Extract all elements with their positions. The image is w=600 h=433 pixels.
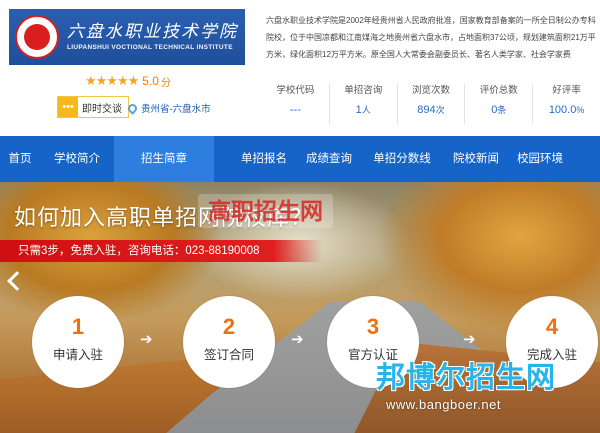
stat-label: 评价总数 [479, 85, 518, 96]
stat-label: 好评率 [552, 85, 581, 96]
step-arrow-icon: ➔ [140, 331, 153, 348]
hero-banner[interactable]: 如何加入高职单招网院校库？ 高职招生网 只需3步，免费入驻，咨询电话：023-8… [0, 182, 600, 433]
chat-bubble-icon: ••• [58, 97, 78, 117]
step-sign-contract: 2 签订合同 [183, 296, 275, 388]
watermark-brand: 邦博尔招生网 [376, 362, 557, 394]
step-number: 4 [545, 314, 559, 339]
nav-admission-guide[interactable]: 招生简章 [114, 136, 214, 182]
school-header: 六盘水职业技术学院 LIUPANSHUI VOCTIONAL TECHNICAL… [0, 0, 600, 136]
stat-review-count: 评价总数 0条 [464, 84, 532, 124]
nav-score-line[interactable]: 单招分数线 [362, 136, 442, 182]
instant-chat-button[interactable]: ••• 即时交谈 [57, 96, 129, 118]
stat-view-count: 浏览次数 894次 [396, 84, 465, 124]
logo-english-name: LIUPANSHUI VOCTIONAL TECHNICAL INSTITUTE [67, 44, 233, 51]
school-logo-banner[interactable]: 六盘水职业技术学院 LIUPANSHUI VOCTIONAL TECHNICAL… [9, 9, 245, 65]
stat-value: 100.0% [548, 104, 585, 116]
step-arrow-icon: ➔ [291, 331, 304, 348]
main-nav: 首页 学校简介 招生简章 单招报名 成绩查询 单招分数线 院校新闻 校园环境 [0, 136, 600, 182]
stat-positive-rate: 好评率 100.0% [532, 84, 600, 124]
rating-stars-icon: ★★★★★ [85, 73, 139, 88]
map-pin-icon [126, 101, 139, 115]
step-number: 1 [71, 314, 85, 339]
stat-school-code: 学校代码 --- [262, 84, 329, 124]
school-location-text: 贵州省-六盘水市 [141, 104, 211, 115]
stat-value: --- [289, 104, 301, 116]
step-number: 2 [222, 314, 236, 339]
logo-texts: 六盘水职业技术学院 LIUPANSHUI VOCTIONAL TECHNICAL… [67, 21, 238, 53]
school-location: 贵州省-六盘水市 [126, 101, 211, 115]
school-seal-icon [15, 15, 59, 59]
step-label: 申请入驻 [52, 348, 103, 362]
nav-single-exam-signup[interactable]: 单招报名 [232, 136, 296, 182]
step-label: 签订合同 [203, 348, 254, 362]
step-apply: 1 申请入驻 [32, 296, 124, 388]
school-rating: ★★★★★ 5.0 分 [85, 73, 171, 89]
step-number: 3 [366, 314, 380, 339]
step-arrow-icon: ➔ [463, 331, 476, 348]
watermark-site-name: 高职招生网 [198, 194, 333, 228]
rating-score-unit: 分 [160, 77, 171, 89]
stat-value: 894次 [417, 104, 445, 116]
stat-label: 单招咨询 [344, 85, 383, 96]
stat-value: 0条 [491, 104, 507, 116]
rating-score: 5.0 [142, 74, 159, 88]
instant-chat-label: 即时交谈 [82, 103, 122, 115]
nav-school-news[interactable]: 院校新闻 [442, 136, 510, 182]
nav-home[interactable]: 首页 [0, 136, 40, 182]
nav-campus-environment[interactable]: 校园环境 [510, 136, 570, 182]
school-intro: 六盘水职业技术学院是2002年经贵州省人民政府批准，国家教育部备案的一所全日制公… [266, 16, 596, 59]
stat-value: 1人 [355, 104, 371, 116]
nav-score-query[interactable]: 成绩查询 [296, 136, 362, 182]
logo-chinese-name: 六盘水职业技术学院 [67, 22, 238, 42]
stat-label: 浏览次数 [411, 85, 450, 96]
hero-subtitle-bar: 只需3步，免费入驻，咨询电话：023-88190008 [0, 240, 322, 262]
school-stats: 学校代码 --- 单招咨询 1人 浏览次数 894次 评价总数 0条 好评率 1… [262, 84, 600, 124]
stat-consult-count: 单招咨询 1人 [328, 84, 397, 124]
stat-label: 学校代码 [276, 85, 315, 96]
nav-school-intro[interactable]: 学校简介 [40, 136, 114, 182]
watermark-url: www.bangboer.net [386, 397, 501, 412]
